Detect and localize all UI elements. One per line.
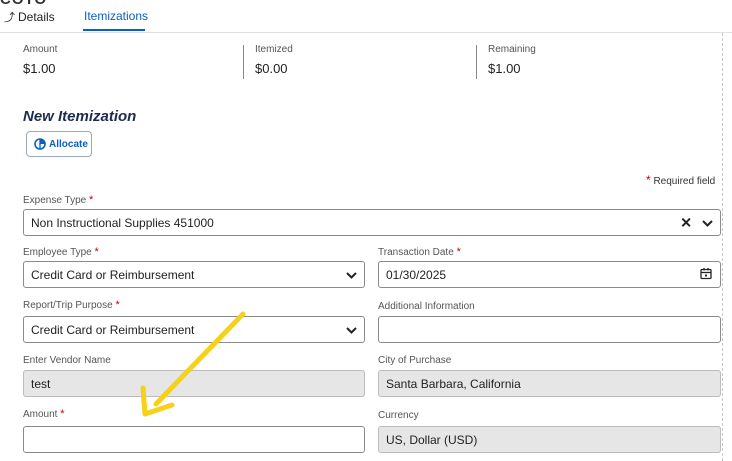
additional-info-input[interactable] xyxy=(378,316,721,343)
required-marker: * xyxy=(60,408,65,420)
summary-divider xyxy=(476,45,477,79)
employee-type-select[interactable]: Credit Card or Reimbursement xyxy=(23,261,365,288)
back-arrow-icon: ⤴ xyxy=(4,12,15,24)
employee-type-value: Credit Card or Reimbursement xyxy=(31,267,195,282)
required-field-note: * Required field xyxy=(646,173,715,187)
required-marker: * xyxy=(88,194,94,206)
expense-type-label: Expense Type * xyxy=(23,194,93,206)
vendor-name-input[interactable]: test xyxy=(23,370,365,397)
clear-icon[interactable]: ✕ xyxy=(680,214,692,231)
summary-itemized-value: $0.00 xyxy=(255,61,288,76)
transaction-date-label-text: Transaction Date xyxy=(378,247,454,258)
expense-type-value: Non Instructional Supplies 451000 xyxy=(31,215,214,230)
transaction-date-label: Transaction Date * xyxy=(378,246,461,258)
calendar-icon[interactable] xyxy=(700,267,712,282)
employee-type-label: Employee Type * xyxy=(23,246,99,258)
purpose-label: Report/Trip Purpose * xyxy=(23,299,120,311)
cut-off-header-text: COTO xyxy=(0,0,47,8)
city-value: Santa Barbara, California xyxy=(386,376,521,391)
currency-value: US, Dollar (USD) xyxy=(386,432,478,447)
tabs-divider xyxy=(0,32,732,33)
summary-divider xyxy=(243,45,244,79)
transaction-date-input[interactable]: 01/30/2025 xyxy=(378,261,721,288)
required-marker: * xyxy=(456,246,461,258)
tab-itemizations-label: Itemizations xyxy=(84,9,149,23)
allocate-icon xyxy=(34,138,46,150)
allocate-button[interactable]: Allocate xyxy=(26,131,92,157)
city-label: City of Purchase xyxy=(378,355,452,366)
required-field-text: Required field xyxy=(653,176,716,187)
summary-amount-label: Amount xyxy=(23,44,58,55)
expense-type-label-text: Expense Type xyxy=(23,195,87,206)
transaction-date-value: 01/30/2025 xyxy=(386,267,447,282)
required-marker: * xyxy=(646,173,651,187)
tab-itemizations[interactable]: Itemizations xyxy=(84,9,148,23)
currency-label: Currency xyxy=(378,410,419,421)
currency-input[interactable]: US, Dollar (USD) xyxy=(378,426,721,453)
amount-input[interactable] xyxy=(23,426,365,453)
chevron-down-icon[interactable] xyxy=(346,323,357,337)
purpose-select[interactable]: Credit Card or Reimbursement xyxy=(23,316,365,343)
panel-edge xyxy=(722,33,723,461)
tab-details-label: Details xyxy=(18,10,55,24)
required-marker: * xyxy=(115,299,120,311)
allocate-button-label: Allocate xyxy=(49,138,88,150)
summary-remaining-value: $1.00 xyxy=(488,61,521,76)
required-marker: * xyxy=(94,246,99,258)
amount-label: Amount * xyxy=(23,408,65,420)
vendor-name-label: Enter Vendor Name xyxy=(23,355,111,366)
vendor-name-value: test xyxy=(31,376,51,391)
active-tab-indicator xyxy=(83,29,145,31)
summary-amount-value: $1.00 xyxy=(23,61,56,76)
purpose-label-text: Report/Trip Purpose xyxy=(23,300,113,311)
tab-details[interactable]: ⤴ Details xyxy=(4,9,55,25)
chevron-down-icon[interactable] xyxy=(346,268,357,282)
employee-type-label-text: Employee Type xyxy=(23,247,92,258)
amount-label-text: Amount xyxy=(23,409,58,420)
section-title: New Itemization xyxy=(23,108,137,125)
additional-info-label: Additional Information xyxy=(378,301,475,312)
expense-type-select[interactable]: Non Instructional Supplies 451000 ✕ xyxy=(23,209,721,236)
purpose-value: Credit Card or Reimbursement xyxy=(31,322,195,337)
summary-remaining-label: Remaining xyxy=(488,44,536,55)
city-input[interactable]: Santa Barbara, California xyxy=(378,370,721,397)
summary-itemized-label: Itemized xyxy=(255,44,293,55)
chevron-down-icon[interactable] xyxy=(702,216,713,230)
